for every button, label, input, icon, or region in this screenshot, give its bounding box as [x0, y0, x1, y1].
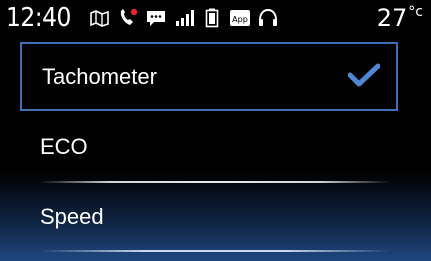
- temperature-unit: °c: [408, 4, 423, 20]
- map-icon: [89, 7, 111, 29]
- temperature-value: 27: [376, 4, 408, 32]
- menu-item-label: ECO: [40, 133, 88, 159]
- battery-icon: [201, 7, 223, 29]
- checkmark-icon: [347, 63, 381, 91]
- message-icon: [145, 7, 167, 29]
- menu-item-label: Tachometer: [42, 63, 157, 89]
- status-bar: 12:40 App 27°c: [0, 0, 431, 36]
- phone-missed-icon: [117, 7, 139, 29]
- app-icon-text: App: [232, 15, 248, 24]
- menu-item-speed[interactable]: Speed: [20, 182, 398, 251]
- menu-item-tachometer[interactable]: Tachometer: [20, 42, 398, 111]
- app-icon: App: [229, 7, 251, 29]
- status-icons: App: [89, 7, 279, 29]
- menu-item-label: Speed: [40, 203, 104, 229]
- gauge-menu: Tachometer ECO Speed: [0, 36, 431, 261]
- clock: 12:40: [6, 3, 71, 33]
- outside-temperature: 27°c: [377, 4, 423, 32]
- menu-divider-bottom: [40, 250, 390, 252]
- signal-icon: [173, 7, 195, 29]
- headset-icon: [257, 7, 279, 29]
